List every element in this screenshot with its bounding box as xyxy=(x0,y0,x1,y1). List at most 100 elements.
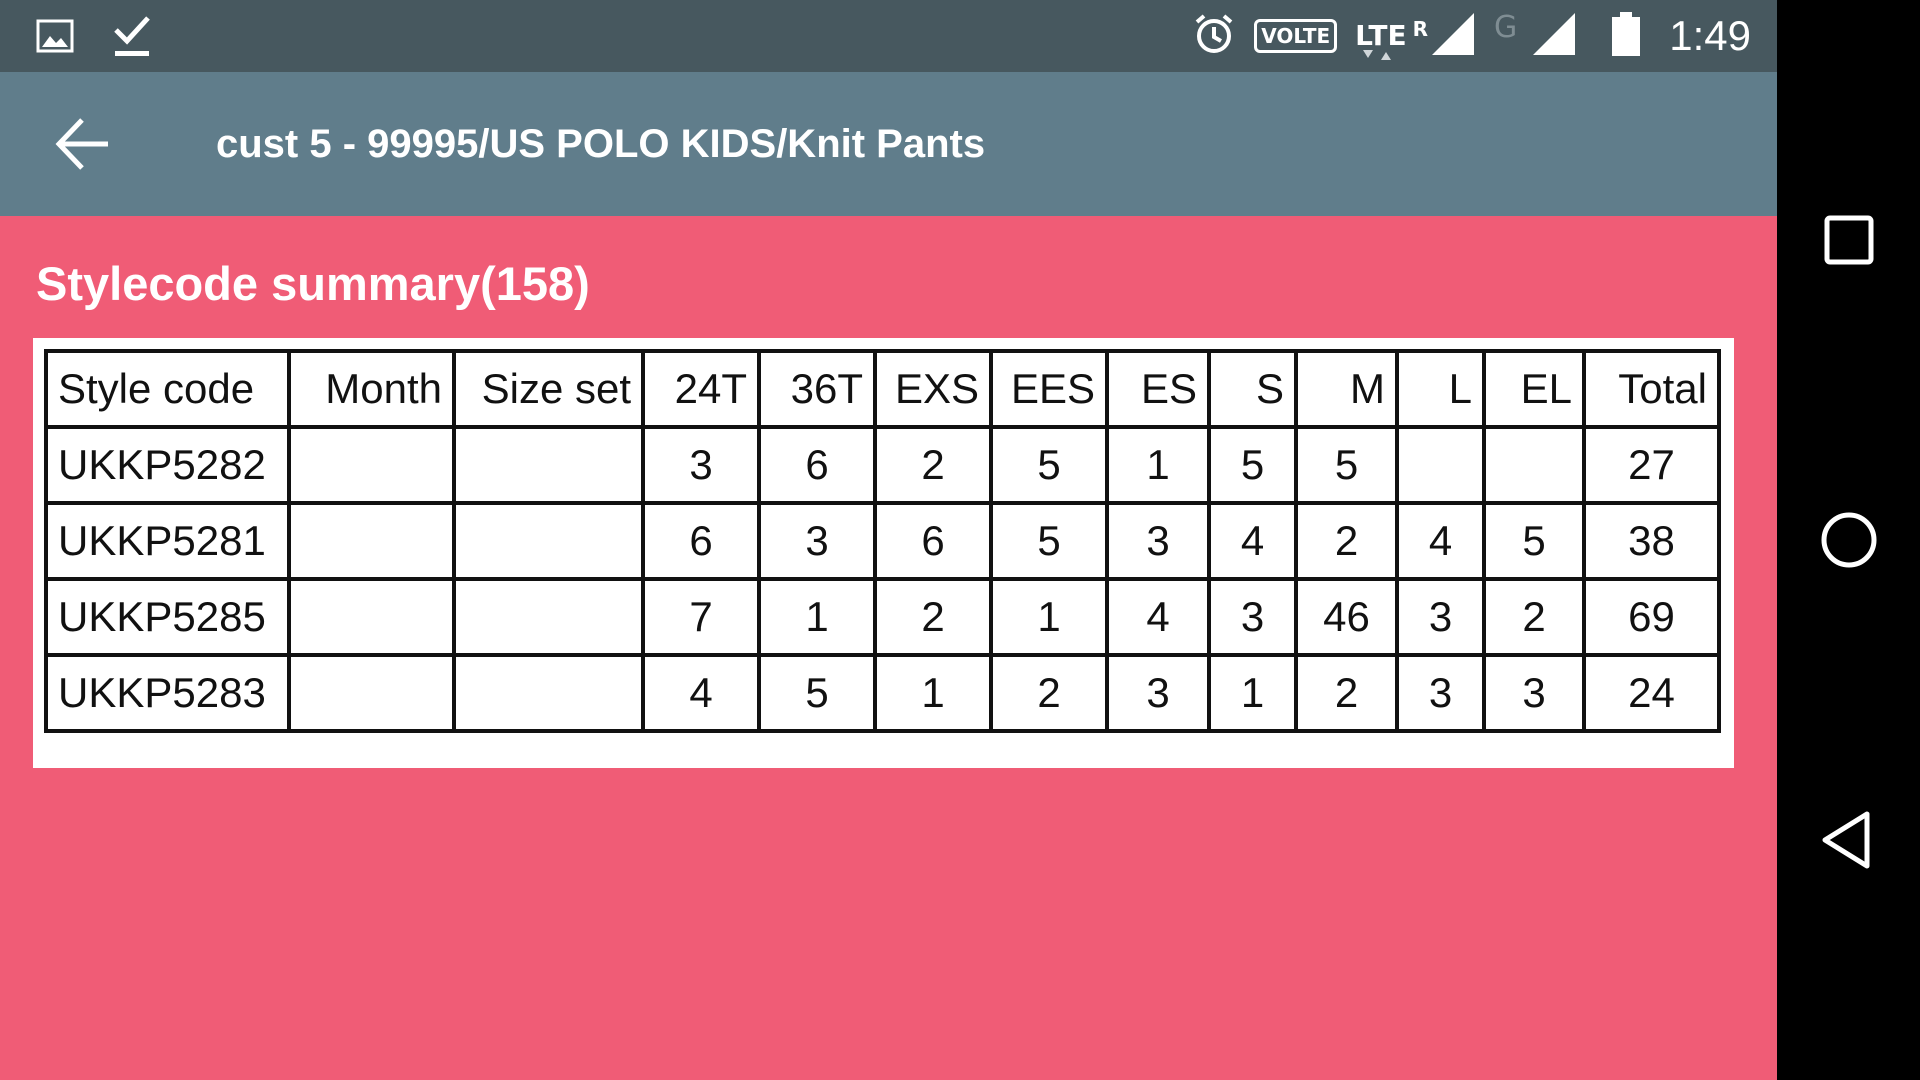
table-cell: 1 xyxy=(873,653,993,733)
column-header: EL xyxy=(1482,349,1586,429)
table-cell: 6 xyxy=(873,501,993,581)
total-cell: 24 xyxy=(1582,653,1721,733)
table-cell: 2 xyxy=(1294,653,1399,733)
column-header: L xyxy=(1395,349,1486,429)
table-cell: 5 xyxy=(1207,425,1298,505)
size-set-cell xyxy=(452,653,645,733)
table-cell: 3 xyxy=(1105,501,1211,581)
table-cell: 5 xyxy=(989,501,1109,581)
column-header: 36T xyxy=(757,349,877,429)
navigation-bar xyxy=(1777,0,1920,1080)
table-cell: 3 xyxy=(1105,653,1211,733)
signal-icon-secondary xyxy=(1531,11,1577,61)
table-cell: 4 xyxy=(641,653,761,733)
table-cell: 2 xyxy=(989,653,1109,733)
column-header: M xyxy=(1294,349,1399,429)
back-button[interactable] xyxy=(54,116,114,172)
signal-icon xyxy=(1430,11,1476,61)
total-cell: 38 xyxy=(1582,501,1721,581)
style-code-cell: UKKP5282 xyxy=(44,425,291,505)
page-title: cust 5 - 99995/US POLO KIDS/Knit Pants xyxy=(216,122,986,166)
back-nav-button[interactable] xyxy=(1817,808,1881,872)
table-cell: 3 xyxy=(641,425,761,505)
table-cell: 6 xyxy=(641,501,761,581)
table-cell: 2 xyxy=(873,425,993,505)
total-cell: 69 xyxy=(1582,577,1721,657)
table-cell: 1 xyxy=(757,577,877,657)
table-row[interactable]: UKKP5281 6 3 6 5 3 4 2 4 5 38 xyxy=(44,501,1721,581)
status-bar-system: VOLTE LTE R G 1:49 xyxy=(1192,10,1751,62)
data-activity-icon xyxy=(1363,50,1392,60)
table-header-row: Style code Month Size set 24T 36T EXS EE… xyxy=(44,349,1721,429)
table-cell: 5 xyxy=(757,653,877,733)
table-cell: 2 xyxy=(873,577,993,657)
image-icon xyxy=(36,19,74,57)
screen: VOLTE LTE R G 1:49 cust 5 - 99995/US POL… xyxy=(0,0,1920,1080)
status-bar: VOLTE LTE R G 1:49 xyxy=(0,0,1777,72)
column-header: ES xyxy=(1105,349,1211,429)
table-cell: 4 xyxy=(1395,501,1486,581)
month-cell xyxy=(287,425,456,505)
style-code-cell: UKKP5283 xyxy=(44,653,291,733)
circle-icon xyxy=(1821,512,1877,568)
table-cell: 3 xyxy=(1395,577,1486,657)
table-cell: 3 xyxy=(1207,577,1298,657)
download-done-icon xyxy=(112,14,152,62)
table-cell: 2 xyxy=(1482,577,1586,657)
stylecode-summary-table: Style code Month Size set 24T 36T EXS EE… xyxy=(44,349,1721,733)
table-cell: 3 xyxy=(1482,653,1586,733)
status-bar-notifications xyxy=(36,14,152,62)
table-cell xyxy=(1482,425,1586,505)
table-row[interactable]: UKKP5282 3 6 2 5 1 5 5 27 xyxy=(44,425,1721,505)
table-cell: 1 xyxy=(1207,653,1298,733)
main-content: Stylecode summary(158) Style code Month … xyxy=(0,216,1777,1080)
table-cell: 5 xyxy=(1294,425,1399,505)
style-code-cell: UKKP5285 xyxy=(44,577,291,657)
table-cell: 7 xyxy=(641,577,761,657)
column-header: Size set xyxy=(452,349,645,429)
table-row[interactable]: UKKP5283 4 5 1 2 3 1 2 3 3 24 xyxy=(44,653,1721,733)
table-cell: 4 xyxy=(1105,577,1211,657)
table-cell: 1 xyxy=(1105,425,1211,505)
month-cell xyxy=(287,577,456,657)
month-cell xyxy=(287,653,456,733)
arrow-back-icon xyxy=(55,118,108,170)
network-type-indicator: G xyxy=(1494,9,1518,45)
square-icon xyxy=(1824,215,1874,265)
column-header: Month xyxy=(287,349,456,429)
month-cell xyxy=(287,501,456,581)
column-header: EXS xyxy=(873,349,993,429)
table-row[interactable]: UKKP5285 7 1 2 1 4 3 46 3 2 69 xyxy=(44,577,1721,657)
alarm-icon xyxy=(1192,12,1236,60)
summary-table-card: Style code Month Size set 24T 36T EXS EE… xyxy=(33,338,1734,768)
summary-title: Stylecode summary(158) xyxy=(36,257,590,310)
column-header: Total xyxy=(1582,349,1721,429)
size-set-cell xyxy=(452,577,645,657)
table-cell: 2 xyxy=(1294,501,1399,581)
lte-indicator: LTE xyxy=(1355,22,1407,60)
triangle-back-icon xyxy=(1822,811,1870,869)
column-header: S xyxy=(1207,349,1298,429)
app-bar: cust 5 - 99995/US POLO KIDS/Knit Pants xyxy=(0,72,1777,216)
total-cell: 27 xyxy=(1582,425,1721,505)
volte-badge: VOLTE xyxy=(1254,19,1338,53)
column-header: Style code xyxy=(44,349,291,429)
size-set-cell xyxy=(452,501,645,581)
battery-icon xyxy=(1611,11,1641,61)
table-cell: 4 xyxy=(1207,501,1298,581)
table-cell: 5 xyxy=(989,425,1109,505)
table-cell xyxy=(1395,425,1486,505)
home-button[interactable] xyxy=(1817,508,1881,572)
table-cell: 5 xyxy=(1482,501,1586,581)
size-set-cell xyxy=(452,425,645,505)
table-cell: 6 xyxy=(757,425,877,505)
recent-apps-button[interactable] xyxy=(1817,208,1881,272)
column-header: 24T xyxy=(641,349,761,429)
table-cell: 1 xyxy=(989,577,1109,657)
table-cell: 46 xyxy=(1294,577,1399,657)
style-code-cell: UKKP5281 xyxy=(44,501,291,581)
table-cell: 3 xyxy=(757,501,877,581)
column-header: EES xyxy=(989,349,1109,429)
clock: 1:49 xyxy=(1669,12,1751,59)
table-cell: 3 xyxy=(1395,653,1486,733)
